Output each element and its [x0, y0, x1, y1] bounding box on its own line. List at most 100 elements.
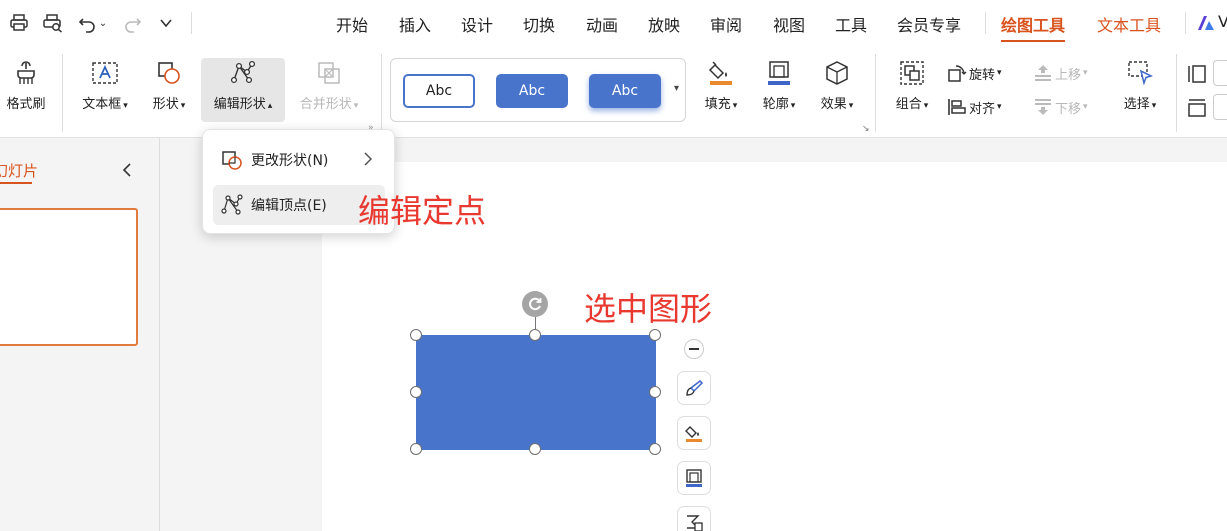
change-shape-icon [213, 149, 251, 171]
tab-start[interactable]: 开始 [336, 12, 368, 36]
move-up-label: 上移 [1055, 67, 1082, 83]
move-down-label: 下移 [1055, 101, 1082, 117]
collapse-toolbar-icon[interactable] [684, 339, 704, 359]
move-down-dropdown-icon: ▾ [1083, 102, 1088, 112]
tab-insert[interactable]: 插入 [399, 12, 431, 36]
ai-logo-icon[interactable] [1196, 10, 1216, 36]
format-painter-icon [10, 58, 42, 88]
resize-handle[interactable] [649, 443, 661, 455]
height-icon[interactable] [1186, 95, 1208, 121]
resize-handle[interactable] [410, 443, 422, 455]
align-button[interactable]: 对齐 ▾ [947, 97, 1002, 117]
rotate-button[interactable]: 旋转 ▾ [947, 63, 1002, 83]
select-pointer-icon [1124, 58, 1156, 88]
merge-shape-icon [313, 58, 345, 88]
active-tab-underline [1001, 40, 1066, 42]
rotate-handle-icon[interactable] [522, 291, 548, 317]
shape-icon [153, 58, 185, 88]
redo-icon [120, 10, 146, 36]
resize-handle[interactable] [649, 386, 661, 398]
resize-handle[interactable] [410, 386, 422, 398]
edit-points-label: 编辑顶点(E) [251, 198, 327, 214]
tab-transition[interactable]: 切换 [523, 12, 555, 36]
resize-handle[interactable] [649, 329, 661, 341]
submenu-chevron-right-icon [363, 152, 373, 170]
tab-tools[interactable]: 工具 [835, 12, 867, 36]
annotation-edit-points: 编辑定点 [358, 192, 487, 230]
group-button[interactable]: 组合 ▾ [887, 58, 937, 114]
width-icon[interactable] [1186, 61, 1208, 87]
rotate-icon [947, 63, 969, 83]
change-shape-label: 更改形状(N) [251, 153, 329, 169]
group-dropdown-icon: ▾ [923, 101, 929, 111]
tab-animation[interactable]: 动画 [586, 12, 618, 36]
format-painter-label: 格式刷 [6, 97, 46, 112]
more-chevron-icon[interactable] [153, 10, 179, 36]
ribbon-divider-3 [875, 54, 876, 132]
style-filled-sample[interactable]: Abc [496, 74, 568, 108]
print-icon[interactable] [6, 10, 32, 36]
selected-rectangle-shape[interactable] [416, 335, 656, 450]
qa-divider [191, 12, 192, 34]
resize-handle[interactable] [410, 329, 422, 341]
merge-shape-dropdown-icon: ▾ [353, 101, 359, 111]
fill-bucket-icon [705, 58, 737, 88]
outline-dropdown-icon: ▾ [790, 101, 796, 111]
slide-thumbnail[interactable] [0, 208, 138, 346]
resize-handle[interactable] [529, 443, 541, 455]
align-dropdown-icon: ▾ [997, 102, 1002, 112]
text-box-label: 文本框 [82, 97, 122, 112]
effect-label: 效果 [820, 97, 847, 112]
edit-points-icon [213, 194, 251, 216]
style-outline-sample[interactable]: Abc [403, 74, 475, 108]
rotate-dropdown-icon: ▾ [997, 68, 1002, 78]
collapse-panel-chevron-icon[interactable] [114, 157, 140, 183]
truncated-tab-initial: V [1218, 12, 1227, 31]
shape-style-brush-icon[interactable] [677, 371, 711, 405]
tab-design[interactable]: 设计 [461, 12, 493, 36]
style-shadow-sample[interactable]: Abc [589, 74, 661, 108]
tab-text-tools[interactable]: 文本工具 [1097, 12, 1161, 36]
outline-label: 轮廓 [762, 97, 789, 112]
ribbon-divider-2 [381, 54, 382, 132]
effect-button[interactable]: 效果 ▾ [810, 58, 864, 114]
move-up-icon [1033, 63, 1055, 83]
select-button[interactable]: 选择 ▾ [1114, 58, 1166, 114]
effect-dropdown-icon: ▾ [848, 101, 854, 111]
format-painter-button[interactable]: 格式刷 [0, 58, 52, 114]
text-box-icon [89, 58, 121, 88]
move-down-icon [1033, 97, 1055, 117]
shape-button[interactable]: 形状 ▾ [145, 58, 193, 114]
menu-item-change-shape[interactable]: 更改形状(N) [213, 140, 385, 180]
shape-format-icon[interactable] [677, 506, 711, 531]
height-input[interactable] [1213, 94, 1227, 120]
shape-outline-icon[interactable] [677, 461, 711, 495]
move-up-dropdown-icon: ▾ [1083, 68, 1088, 78]
text-box-button[interactable]: 文本框 ▾ [76, 58, 134, 114]
width-input[interactable] [1213, 60, 1227, 86]
tab-slideshow[interactable]: 放映 [648, 12, 680, 36]
app-window: ⌄ 开始 插入 设计 切换 动画 放映 审阅 视图 工具 会员专享 绘图工具 文… [0, 0, 1227, 531]
move-up-button: 上移 ▾ [1033, 63, 1088, 83]
select-dropdown-icon: ▾ [1151, 101, 1157, 111]
shape-dropdown-icon: ▾ [180, 101, 186, 111]
fill-button[interactable]: 填充 ▾ [694, 58, 748, 114]
shape-style-gallery: Abc Abc Abc ▾ [390, 58, 686, 122]
format-dialog-launcher-icon[interactable]: ↘ [862, 124, 870, 134]
tab-view[interactable]: 视图 [773, 12, 805, 36]
slides-tab[interactable]: 幻灯片 [0, 160, 38, 181]
gallery-more-icon[interactable]: ▾ [674, 83, 679, 94]
tab-member[interactable]: 会员专享 [897, 12, 961, 36]
resize-handle[interactable] [529, 329, 541, 341]
edit-shape-icon [227, 58, 259, 88]
tab-drawing-tools[interactable]: 绘图工具 [1001, 12, 1066, 42]
tab-review[interactable]: 审阅 [710, 12, 742, 36]
shape-fill-icon[interactable] [677, 416, 711, 450]
merge-shape-button: 合并形状 ▾ [292, 58, 366, 114]
edit-shape-button[interactable]: 编辑形状 ▴ [201, 58, 285, 122]
print-preview-icon[interactable] [40, 10, 66, 36]
outline-button[interactable]: 轮廓 ▾ [752, 58, 806, 114]
rotate-label: 旋转 [969, 67, 996, 83]
undo-dropdown-icon[interactable]: ⌄ [95, 10, 111, 36]
effect-cube-icon [821, 58, 853, 88]
